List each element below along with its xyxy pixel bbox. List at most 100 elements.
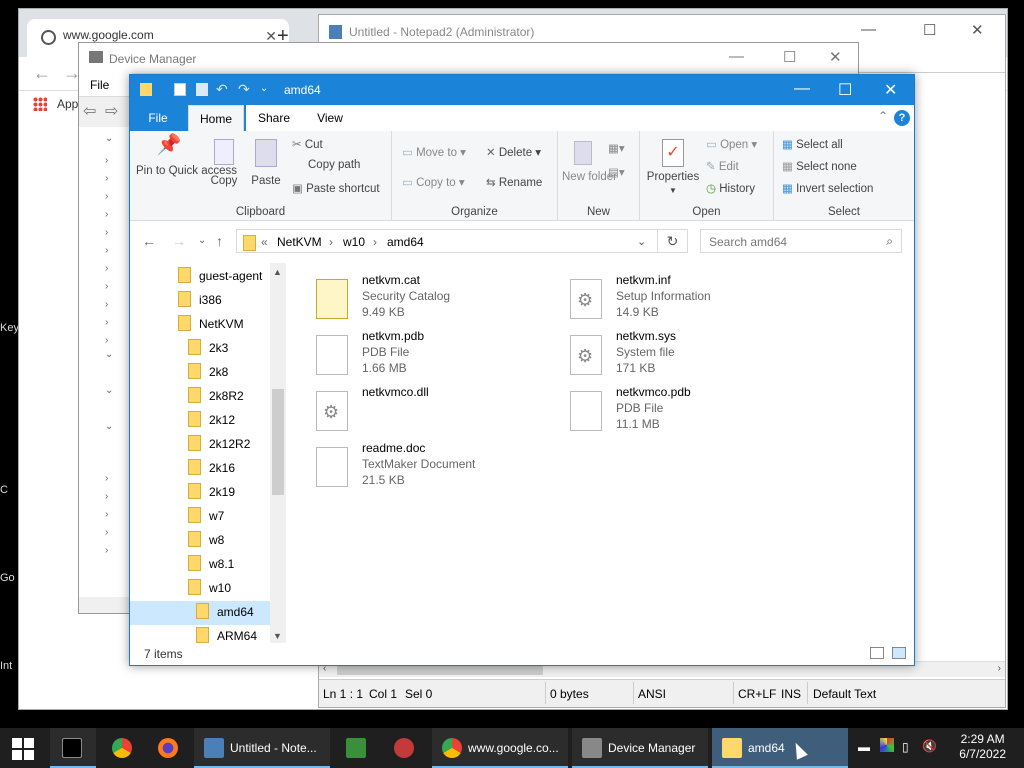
nav-scrollbar[interactable]: ▲ ▼ xyxy=(270,263,286,645)
properties-quick-icon[interactable] xyxy=(174,83,186,96)
copy-path-button[interactable]: Copy path xyxy=(292,159,360,171)
desktop-label[interactable]: C xyxy=(0,484,8,496)
expand-icon[interactable]: › xyxy=(105,335,108,346)
open-button[interactable]: ▭ Open ▾ xyxy=(706,137,757,151)
tab-file[interactable]: File xyxy=(130,105,186,131)
history-button[interactable]: ◷ History xyxy=(706,181,755,195)
address-dropdown-icon[interactable]: ⌄ xyxy=(637,235,646,248)
back-arrow-icon[interactable]: ⇦ xyxy=(83,101,96,121)
file-item[interactable]: netkvm.sys System file 171 KB xyxy=(556,327,796,381)
taskbar-firefox[interactable] xyxy=(148,728,192,768)
file-item[interactable]: netkvmco.dll xyxy=(302,383,542,437)
status-ins[interactable]: INS xyxy=(781,687,801,701)
forward-icon[interactable]: → xyxy=(172,233,186,249)
network-icon[interactable]: ▬ xyxy=(858,740,870,754)
collapse-icon[interactable]: ⌄ xyxy=(105,133,113,144)
nav-item-2k12r2[interactable]: 2k12R2 xyxy=(130,433,270,457)
close-icon[interactable]: ✕ xyxy=(884,80,897,100)
nav-item-amd64[interactable]: amd64 xyxy=(130,601,270,625)
nav-item-w10[interactable]: w10 xyxy=(130,577,270,601)
rename-button[interactable]: ⇆ Rename xyxy=(486,175,542,189)
minimize-icon[interactable]: — xyxy=(794,80,810,98)
move-to-button[interactable]: ▭ Move to ▾ xyxy=(402,145,466,159)
desktop-label[interactable]: Key xyxy=(0,322,19,334)
scroll-up-icon[interactable]: ▲ xyxy=(273,267,282,277)
nav-item-2k3[interactable]: 2k3 xyxy=(130,337,270,361)
paste-shortcut-button[interactable]: ▣ Paste shortcut xyxy=(292,181,380,195)
expand-icon[interactable]: › xyxy=(105,509,108,520)
nav-item-w8-1[interactable]: w8.1 xyxy=(130,553,270,577)
breadcrumb-separator-icon[interactable]: › xyxy=(329,235,333,249)
nav-item-2k19[interactable]: 2k19 xyxy=(130,481,270,505)
status-scheme[interactable]: Default Text xyxy=(813,687,876,701)
nav-item-2k16[interactable]: 2k16 xyxy=(130,457,270,481)
expand-icon[interactable]: › xyxy=(105,527,108,538)
taskbar-chrome-google[interactable]: www.google.co... xyxy=(432,728,568,768)
copy-button[interactable]: Copy xyxy=(206,139,242,188)
status-eol[interactable]: CR+LF xyxy=(738,687,776,701)
nav-item-2k8r2[interactable]: 2k8R2 xyxy=(130,385,270,409)
customize-quick-access-icon[interactable]: ⌄ xyxy=(260,83,268,94)
taskbar-spreadsheet[interactable] xyxy=(336,728,376,768)
nav-item-i386[interactable]: i386 xyxy=(130,289,270,313)
expand-icon[interactable]: › xyxy=(105,299,108,310)
taskbar-terminal[interactable] xyxy=(50,728,96,768)
redo-icon[interactable]: ↷ xyxy=(238,81,250,98)
collapse-icon[interactable]: ⌄ xyxy=(105,349,113,360)
expand-icon[interactable]: › xyxy=(105,317,108,328)
scrollbar-thumb[interactable] xyxy=(337,665,543,675)
desktop-label[interactable]: Go xyxy=(0,572,15,584)
taskbar-explorer[interactable]: amd64 xyxy=(712,728,848,768)
breadcrumb-w10[interactable]: w10 xyxy=(343,235,365,249)
color-app-icon[interactable] xyxy=(880,738,894,752)
select-none-button[interactable]: ▦ Select none xyxy=(782,159,857,173)
minimize-icon[interactable]: — xyxy=(729,48,744,65)
invert-selection-button[interactable]: ▦ Invert selection xyxy=(782,181,873,195)
volume-muted-icon[interactable]: 🔇 xyxy=(922,739,937,753)
refresh-icon[interactable]: ↻ xyxy=(658,229,688,253)
back-icon[interactable]: ← xyxy=(33,63,51,84)
select-all-button[interactable]: ▦ Select all xyxy=(782,137,843,151)
file-item[interactable]: netkvmco.pdb PDB File 11.1 MB xyxy=(556,383,796,437)
status-encoding[interactable]: ANSI xyxy=(638,687,666,701)
expand-icon[interactable]: › xyxy=(105,281,108,292)
maximize-icon[interactable]: ☐ xyxy=(783,48,796,66)
expand-icon[interactable]: › xyxy=(105,545,108,556)
expand-icon[interactable]: › xyxy=(105,227,108,238)
expand-icon[interactable]: › xyxy=(105,263,108,274)
taskbar-chrome[interactable] xyxy=(100,728,146,768)
properties-button[interactable]: ✓ Properties ▼ xyxy=(644,139,702,197)
breadcrumb-netkvm[interactable]: NetKVM xyxy=(277,235,322,249)
maximize-icon[interactable]: ☐ xyxy=(838,80,852,100)
tab-home[interactable]: Home xyxy=(188,105,244,131)
expand-icon[interactable]: › xyxy=(105,491,108,502)
file-item[interactable]: netkvm.inf Setup Information 14.9 KB xyxy=(556,271,796,325)
scroll-down-icon[interactable]: ▼ xyxy=(273,631,282,641)
large-icons-view-icon[interactable] xyxy=(892,647,906,659)
search-input[interactable]: Search amd64 ⌕ xyxy=(700,229,902,253)
file-item[interactable]: readme.doc TextMaker Document 21.5 KB xyxy=(302,439,542,493)
expand-icon[interactable]: › xyxy=(105,191,108,202)
scrollbar-thumb[interactable] xyxy=(272,389,284,495)
breadcrumb-amd64[interactable]: amd64 xyxy=(387,235,424,249)
taskbar-notepad[interactable]: Untitled - Note... xyxy=(194,728,330,768)
new-folder-quick-icon[interactable] xyxy=(196,83,208,96)
nav-item-guest-agent[interactable]: guest-agent xyxy=(130,265,270,289)
collapse-icon[interactable]: ⌄ xyxy=(105,421,113,432)
taskbar-device-manager[interactable]: Device Manager xyxy=(572,728,708,768)
forward-arrow-icon[interactable]: ⇨ xyxy=(105,101,118,121)
nav-item-2k12[interactable]: 2k12 xyxy=(130,409,270,433)
nav-item-w8[interactable]: w8 xyxy=(130,529,270,553)
desktop-label[interactable]: Int xyxy=(0,660,12,672)
close-icon[interactable]: ✕ xyxy=(971,21,984,39)
undo-icon[interactable]: ↶ xyxy=(216,81,228,98)
cut-button[interactable]: ✂ Cut xyxy=(292,137,323,151)
expand-icon[interactable]: › xyxy=(105,155,108,166)
battery-icon[interactable]: ▯ xyxy=(902,740,909,754)
help-icon[interactable]: ? xyxy=(894,110,910,126)
windows-start-icon[interactable] xyxy=(12,738,36,760)
pin-to-quick-access-button[interactable]: 📌 Pin to Quick access xyxy=(136,135,237,178)
nav-item-2k8[interactable]: 2k8 xyxy=(130,361,270,385)
recent-locations-icon[interactable]: ⌄ xyxy=(198,235,206,246)
maximize-icon[interactable]: ☐ xyxy=(923,21,936,39)
